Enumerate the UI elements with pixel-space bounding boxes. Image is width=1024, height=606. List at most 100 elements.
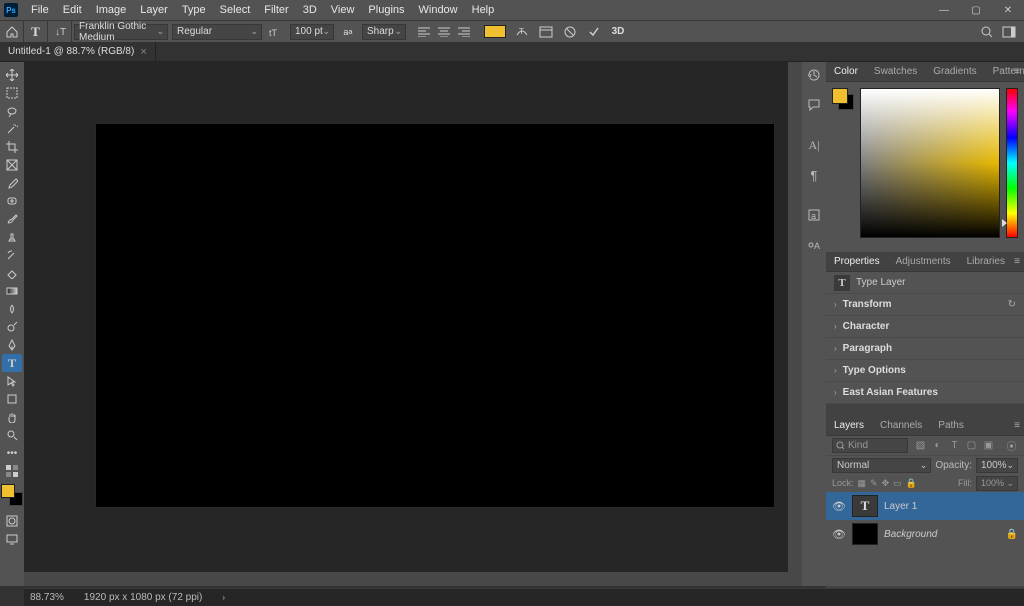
frame-tool-icon[interactable]: [2, 156, 22, 174]
toggle-orientation-icon[interactable]: ↓T: [48, 21, 72, 43]
panel-menu-icon[interactable]: ≡: [1014, 66, 1020, 77]
color-field[interactable]: [860, 88, 1000, 238]
lock-artboard-icon[interactable]: ▭: [893, 478, 902, 489]
vertical-scrollbar[interactable]: [788, 62, 802, 586]
eyedropper-tool-icon[interactable]: [2, 174, 22, 192]
filter-type-icon[interactable]: T: [948, 439, 961, 452]
filter-pixel-icon[interactable]: ▧: [914, 439, 927, 452]
hue-slider[interactable]: [1006, 88, 1018, 238]
layer-row[interactable]: 👁 Background 🔒: [826, 520, 1024, 548]
antialias-select[interactable]: Sharp: [362, 24, 406, 40]
tab-swatches[interactable]: Swatches: [866, 66, 925, 77]
menu-help[interactable]: Help: [465, 4, 502, 16]
glyphs-panel-icon[interactable]: a: [804, 206, 824, 224]
heal-tool-icon[interactable]: [2, 192, 22, 210]
search-icon[interactable]: [980, 25, 994, 39]
fill-input[interactable]: 100%: [976, 476, 1018, 491]
shape-tool-icon[interactable]: [2, 390, 22, 408]
hand-tool-icon[interactable]: [2, 408, 22, 426]
menu-select[interactable]: Select: [213, 4, 258, 16]
layer-kind-select[interactable]: Kind: [832, 438, 908, 453]
character-panel-icon[interactable]: A|: [804, 136, 824, 154]
minimize-button[interactable]: —: [928, 0, 960, 20]
layer-name[interactable]: Layer 1: [884, 501, 1018, 512]
dodge-tool-icon[interactable]: [2, 318, 22, 336]
visibility-toggle-icon[interactable]: 👁: [832, 528, 846, 541]
menu-image[interactable]: Image: [89, 4, 134, 16]
section-transform[interactable]: ›Transform↻: [826, 294, 1024, 316]
menu-view[interactable]: View: [324, 4, 362, 16]
screenmode-icon[interactable]: [2, 530, 22, 548]
marquee-tool-icon[interactable]: [2, 84, 22, 102]
3d-icon[interactable]: 3D: [606, 21, 630, 43]
filter-smart-icon[interactable]: ▣: [982, 439, 995, 452]
status-chevron-icon[interactable]: ›: [222, 593, 225, 602]
stamp-tool-icon[interactable]: [2, 228, 22, 246]
tab-channels[interactable]: Channels: [872, 420, 930, 431]
tab-paths[interactable]: Paths: [930, 420, 972, 431]
menu-file[interactable]: File: [24, 4, 56, 16]
lock-brush-icon[interactable]: ✎: [870, 478, 878, 489]
menu-plugins[interactable]: Plugins: [361, 4, 411, 16]
align-center-icon[interactable]: [435, 24, 453, 40]
reset-icon[interactable]: ↻: [1008, 299, 1016, 310]
crop-tool-icon[interactable]: [2, 138, 22, 156]
tab-color[interactable]: Color: [826, 66, 866, 77]
color-fg-swatch[interactable]: [832, 88, 848, 104]
section-east-asian[interactable]: ›East Asian Features: [826, 382, 1024, 404]
lock-position-icon[interactable]: ✥: [882, 478, 890, 489]
char-panel-icon[interactable]: [534, 21, 558, 43]
path-select-icon[interactable]: [2, 372, 22, 390]
status-zoom[interactable]: 88.73%: [30, 592, 64, 603]
panel-menu-icon[interactable]: ≡: [1014, 420, 1020, 431]
home-icon[interactable]: [0, 21, 24, 43]
horizontal-scrollbar[interactable]: [24, 572, 788, 586]
cancel-icon[interactable]: [558, 21, 582, 43]
history-panel-icon[interactable]: [804, 66, 824, 84]
section-type-options[interactable]: ›Type Options: [826, 360, 1024, 382]
section-character[interactable]: ›Character: [826, 316, 1024, 338]
filter-shape-icon[interactable]: ▢: [965, 439, 978, 452]
text-color-swatch[interactable]: [484, 25, 506, 38]
tab-layers[interactable]: Layers: [826, 420, 872, 431]
maximize-button[interactable]: ▢: [960, 0, 992, 20]
blend-mode-select[interactable]: Normal: [832, 458, 931, 473]
menu-filter[interactable]: Filter: [257, 4, 295, 16]
lock-icon[interactable]: 🔒: [1006, 529, 1018, 540]
lock-all-icon[interactable]: 🔒: [906, 478, 917, 489]
menu-type[interactable]: Type: [175, 4, 213, 16]
menu-3d[interactable]: 3D: [296, 4, 324, 16]
section-paragraph[interactable]: ›Paragraph: [826, 338, 1024, 360]
fg-bg-color-swatches[interactable]: [1, 484, 23, 506]
paragraph-panel-icon[interactable]: ¶: [804, 166, 824, 184]
align-left-icon[interactable]: [415, 24, 433, 40]
lasso-tool-icon[interactable]: [2, 102, 22, 120]
tab-gradients[interactable]: Gradients: [925, 66, 984, 77]
tab-properties[interactable]: Properties: [826, 256, 888, 267]
tool-preset-type-icon[interactable]: T: [24, 21, 48, 43]
layer-row[interactable]: 👁 T Layer 1: [826, 492, 1024, 520]
wand-tool-icon[interactable]: [2, 120, 22, 138]
more-tools-icon[interactable]: •••: [2, 444, 22, 462]
close-tab-icon[interactable]: ×: [140, 46, 146, 58]
type-tool-icon[interactable]: T: [2, 354, 22, 372]
styles-panel-icon[interactable]: A: [804, 236, 824, 254]
visibility-toggle-icon[interactable]: 👁: [832, 500, 846, 513]
edit-toolbar-icon[interactable]: [2, 462, 22, 480]
brush-tool-icon[interactable]: [2, 210, 22, 228]
menu-layer[interactable]: Layer: [133, 4, 175, 16]
color-panel-swatches[interactable]: [832, 88, 854, 110]
panel-menu-icon[interactable]: ≡: [1014, 256, 1020, 267]
workspace-icon[interactable]: [1002, 26, 1016, 38]
lock-pixels-icon[interactable]: ▦: [858, 478, 867, 489]
menu-edit[interactable]: Edit: [56, 4, 89, 16]
document-tab[interactable]: Untitled-1 @ 88.7% (RGB/8) ×: [0, 42, 156, 61]
commit-icon[interactable]: [582, 21, 606, 43]
pen-tool-icon[interactable]: [2, 336, 22, 354]
comments-panel-icon[interactable]: [804, 96, 824, 114]
warp-text-icon[interactable]: T: [510, 21, 534, 43]
filter-toggle-icon[interactable]: ⦿: [1005, 439, 1018, 452]
foreground-color-swatch[interactable]: [1, 484, 15, 498]
opacity-input[interactable]: 100%: [976, 458, 1018, 473]
document-canvas[interactable]: [96, 124, 774, 507]
